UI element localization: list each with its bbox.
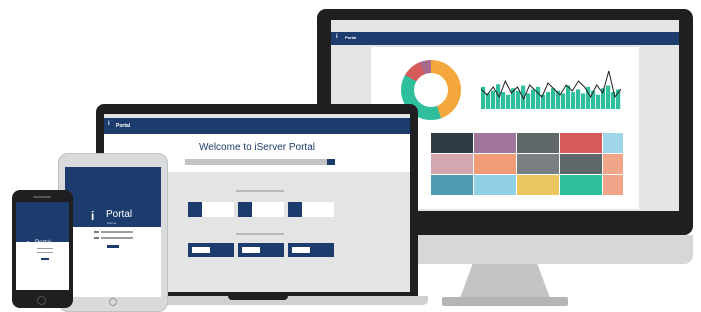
chart-bar [566,85,571,109]
dashboard-tile [603,175,623,195]
chart-bar [536,86,541,109]
chart-bar [501,92,506,109]
phone-home-button[interactable] [37,296,46,305]
chart-bar [516,90,521,109]
phone-login-header [16,202,69,242]
card-icon [288,202,302,217]
button-label-placeholder [192,247,210,253]
welcome-heading: Welcome to iServer Portal [199,142,315,153]
phone-login-button[interactable] [41,258,49,260]
chart-bar [576,89,581,109]
laptop-app-header: i Portal [104,118,410,134]
chart-bar [491,90,496,109]
dashboard-tile [517,133,559,153]
dashboard-tile [474,175,516,195]
dashboard-tile [603,154,623,174]
action-button-3[interactable] [288,243,334,257]
tablet-app-title: Portal [106,209,133,220]
search-button[interactable] [327,159,335,165]
action-button-2[interactable] [238,243,284,257]
dashboard-tile [474,133,516,153]
password-field[interactable] [101,237,133,239]
tablet-screen: i Portal iServer [65,167,161,297]
username-field[interactable] [101,231,133,233]
dashboard-tile [431,133,473,153]
phone-screen: i Portal [16,202,69,290]
laptop-header-title: Portal [116,123,131,129]
section-divider [236,233,284,235]
chart-bar [581,93,586,109]
tablet-login-button[interactable] [107,245,119,248]
donut-chart-center [414,73,448,107]
chart-bar [571,92,576,109]
monitor-app-header: i Portal [331,32,679,45]
tablet-app-subtitle: iServer [107,221,117,225]
laptop-notch [228,296,288,300]
quick-link-card-3[interactable] [288,202,334,217]
button-label-placeholder [242,247,260,253]
chart-bar [531,89,536,109]
button-label-placeholder [292,247,310,253]
chart-bar [591,90,596,109]
phone-app-title: Portal [35,240,51,246]
dashboard-tile [474,154,516,174]
dashboard-tile [560,133,602,153]
phone-logo-icon: i [27,240,30,249]
laptop-logo-icon: i [108,121,110,127]
card-icon [238,202,252,217]
dashboard-tile [560,175,602,195]
dashboard-tile [431,154,473,174]
card-icon [188,202,202,217]
password-field[interactable] [37,252,53,253]
username-label [94,231,99,233]
dashboard-tile [560,154,602,174]
section-divider [236,190,284,192]
action-button-1[interactable] [188,243,234,257]
tablet-logo-icon: i [91,209,95,223]
chart-bar [486,93,491,109]
monitor-header-title: Portal [345,35,357,40]
quick-link-card-1[interactable] [188,202,234,217]
chart-bar [551,88,556,109]
dashboard-tile [517,154,559,174]
monitor-stand-foot [442,297,568,306]
password-label [94,237,99,239]
monitor-logo-icon: i [336,34,338,40]
dashboard-tile [431,175,473,195]
dashboard-tile [517,175,559,195]
quick-link-card-2[interactable] [238,202,284,217]
tablet-home-button[interactable] [109,298,117,306]
search-input[interactable] [185,159,327,165]
phone-speaker [33,196,51,198]
chart-bar [506,94,511,109]
chart-bar [606,85,611,109]
chart-bar [526,93,531,109]
dashboard-tile [603,133,623,153]
bar-line-chart [481,70,621,109]
chart-bar [596,94,601,109]
monitor-stand-neck [460,264,550,298]
chart-bar [561,93,566,109]
username-field[interactable] [37,248,53,249]
chart-bar [546,92,551,109]
